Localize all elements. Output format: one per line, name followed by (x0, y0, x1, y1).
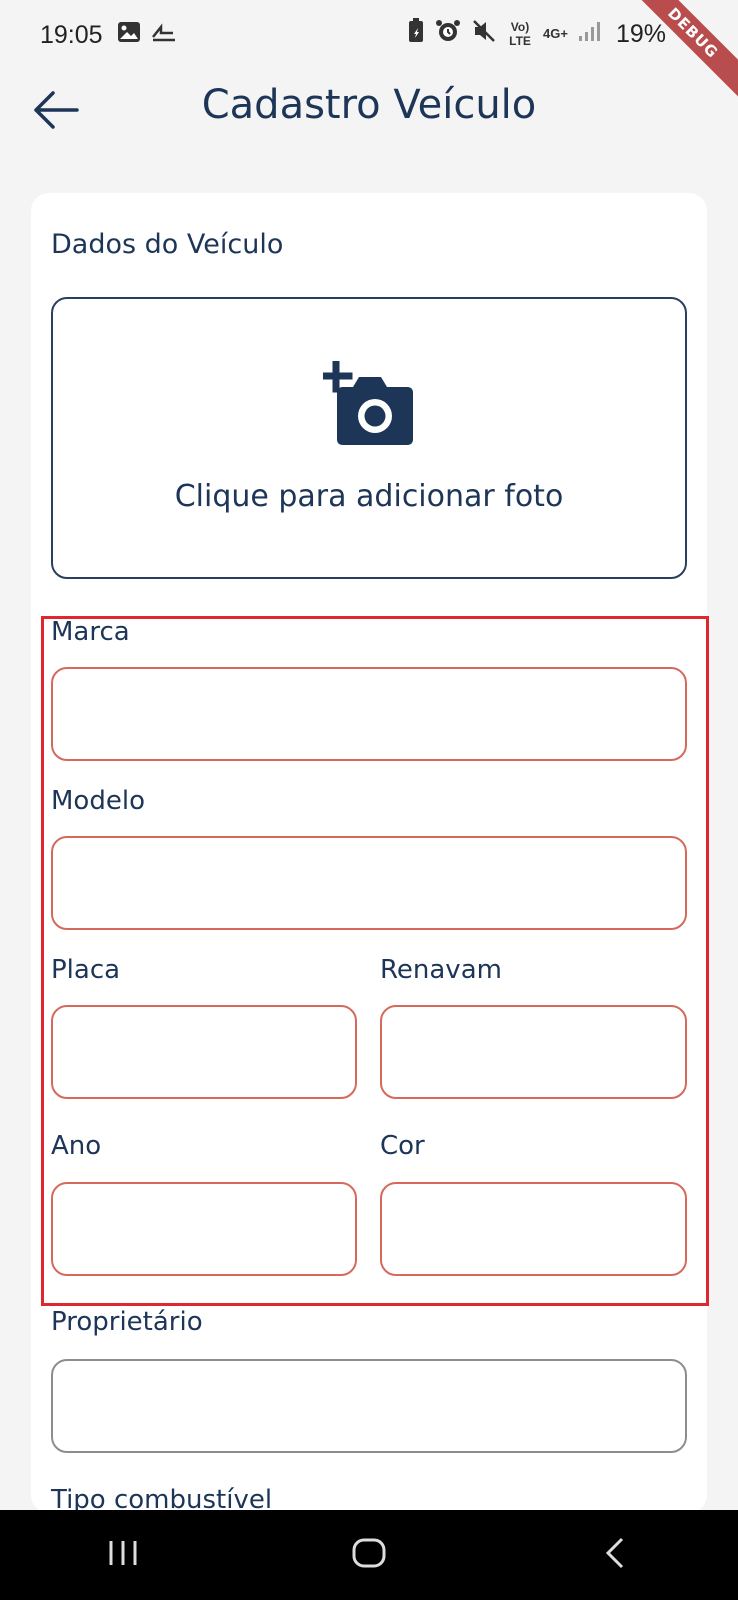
battery-saver-icon (407, 18, 425, 50)
signal-icon (578, 20, 600, 48)
proprietario-label: Proprietário (51, 1307, 203, 1337)
volte-icon: Vo) LTE (509, 20, 531, 48)
add-photo-icon (319, 359, 415, 451)
battery-percent: 19% (615, 19, 666, 48)
back-nav-button[interactable] (555, 1520, 675, 1590)
highlight-box (41, 616, 709, 1306)
status-left-icons (117, 21, 177, 49)
image-icon (117, 21, 141, 49)
recent-apps-icon (106, 1538, 140, 1572)
navigation-bar (0, 1510, 738, 1600)
mute-icon (471, 18, 497, 50)
home-icon (351, 1537, 387, 1573)
recent-apps-button[interactable] (63, 1520, 183, 1590)
4g-icon: 4G+ (543, 26, 568, 41)
back-icon (603, 1536, 627, 1574)
home-button[interactable] (309, 1520, 429, 1590)
section-title: Dados do Veículo (51, 229, 284, 260)
cast-icon (151, 21, 177, 49)
proprietario-input[interactable] (51, 1359, 687, 1453)
status-time: 19:05 (40, 20, 103, 49)
alarm-icon (435, 18, 461, 50)
app-bar: Cadastro Veículo (0, 72, 738, 182)
add-photo-button[interactable]: Clique para adicionar foto (51, 297, 687, 579)
page-title: Cadastro Veículo (201, 82, 537, 128)
status-right: Vo) LTE 4G+ 19% (407, 18, 666, 50)
status-bar: 19:05 Vo) LTE 4G+ 19% DEBUG (0, 0, 738, 103)
add-photo-label: Clique para adicionar foto (174, 479, 564, 514)
